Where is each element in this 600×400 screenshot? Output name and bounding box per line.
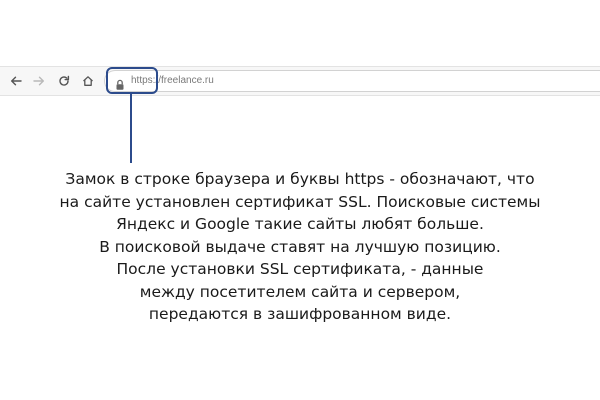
home-icon[interactable] xyxy=(80,73,96,89)
page: https://freelance.ru Замок в строке брау… xyxy=(0,0,600,400)
https-highlight-frame xyxy=(106,67,158,94)
explanation-line: После установки SSL сертификата, - данны… xyxy=(116,260,484,278)
explanation-line: передаются в зашифрованном виде. xyxy=(148,305,452,323)
reload-icon[interactable] xyxy=(56,73,72,89)
explanation-line: В поисковой выдаче ставят на лучшую пози… xyxy=(99,237,501,256)
explanation-line: Замок в строке браузера и буквы https - … xyxy=(65,170,535,188)
explanation-line: Яндекс и Google такие сайты любят больше… xyxy=(116,215,484,233)
explanation-text: Замок в строке браузера и буквы https - … xyxy=(0,168,600,326)
browser-toolbar: https://freelance.ru xyxy=(0,66,600,96)
explanation-line: на сайте установлен сертификат SSL. Поис… xyxy=(59,192,541,211)
callout-connector-line xyxy=(130,94,132,163)
back-arrow-icon[interactable] xyxy=(8,73,24,89)
address-bar[interactable]: https://freelance.ru xyxy=(104,70,600,92)
forward-arrow-icon[interactable] xyxy=(31,73,47,89)
url-host: freelance.ru xyxy=(161,75,214,86)
explanation-line: между посетителем сайта и сервером, xyxy=(139,282,461,301)
